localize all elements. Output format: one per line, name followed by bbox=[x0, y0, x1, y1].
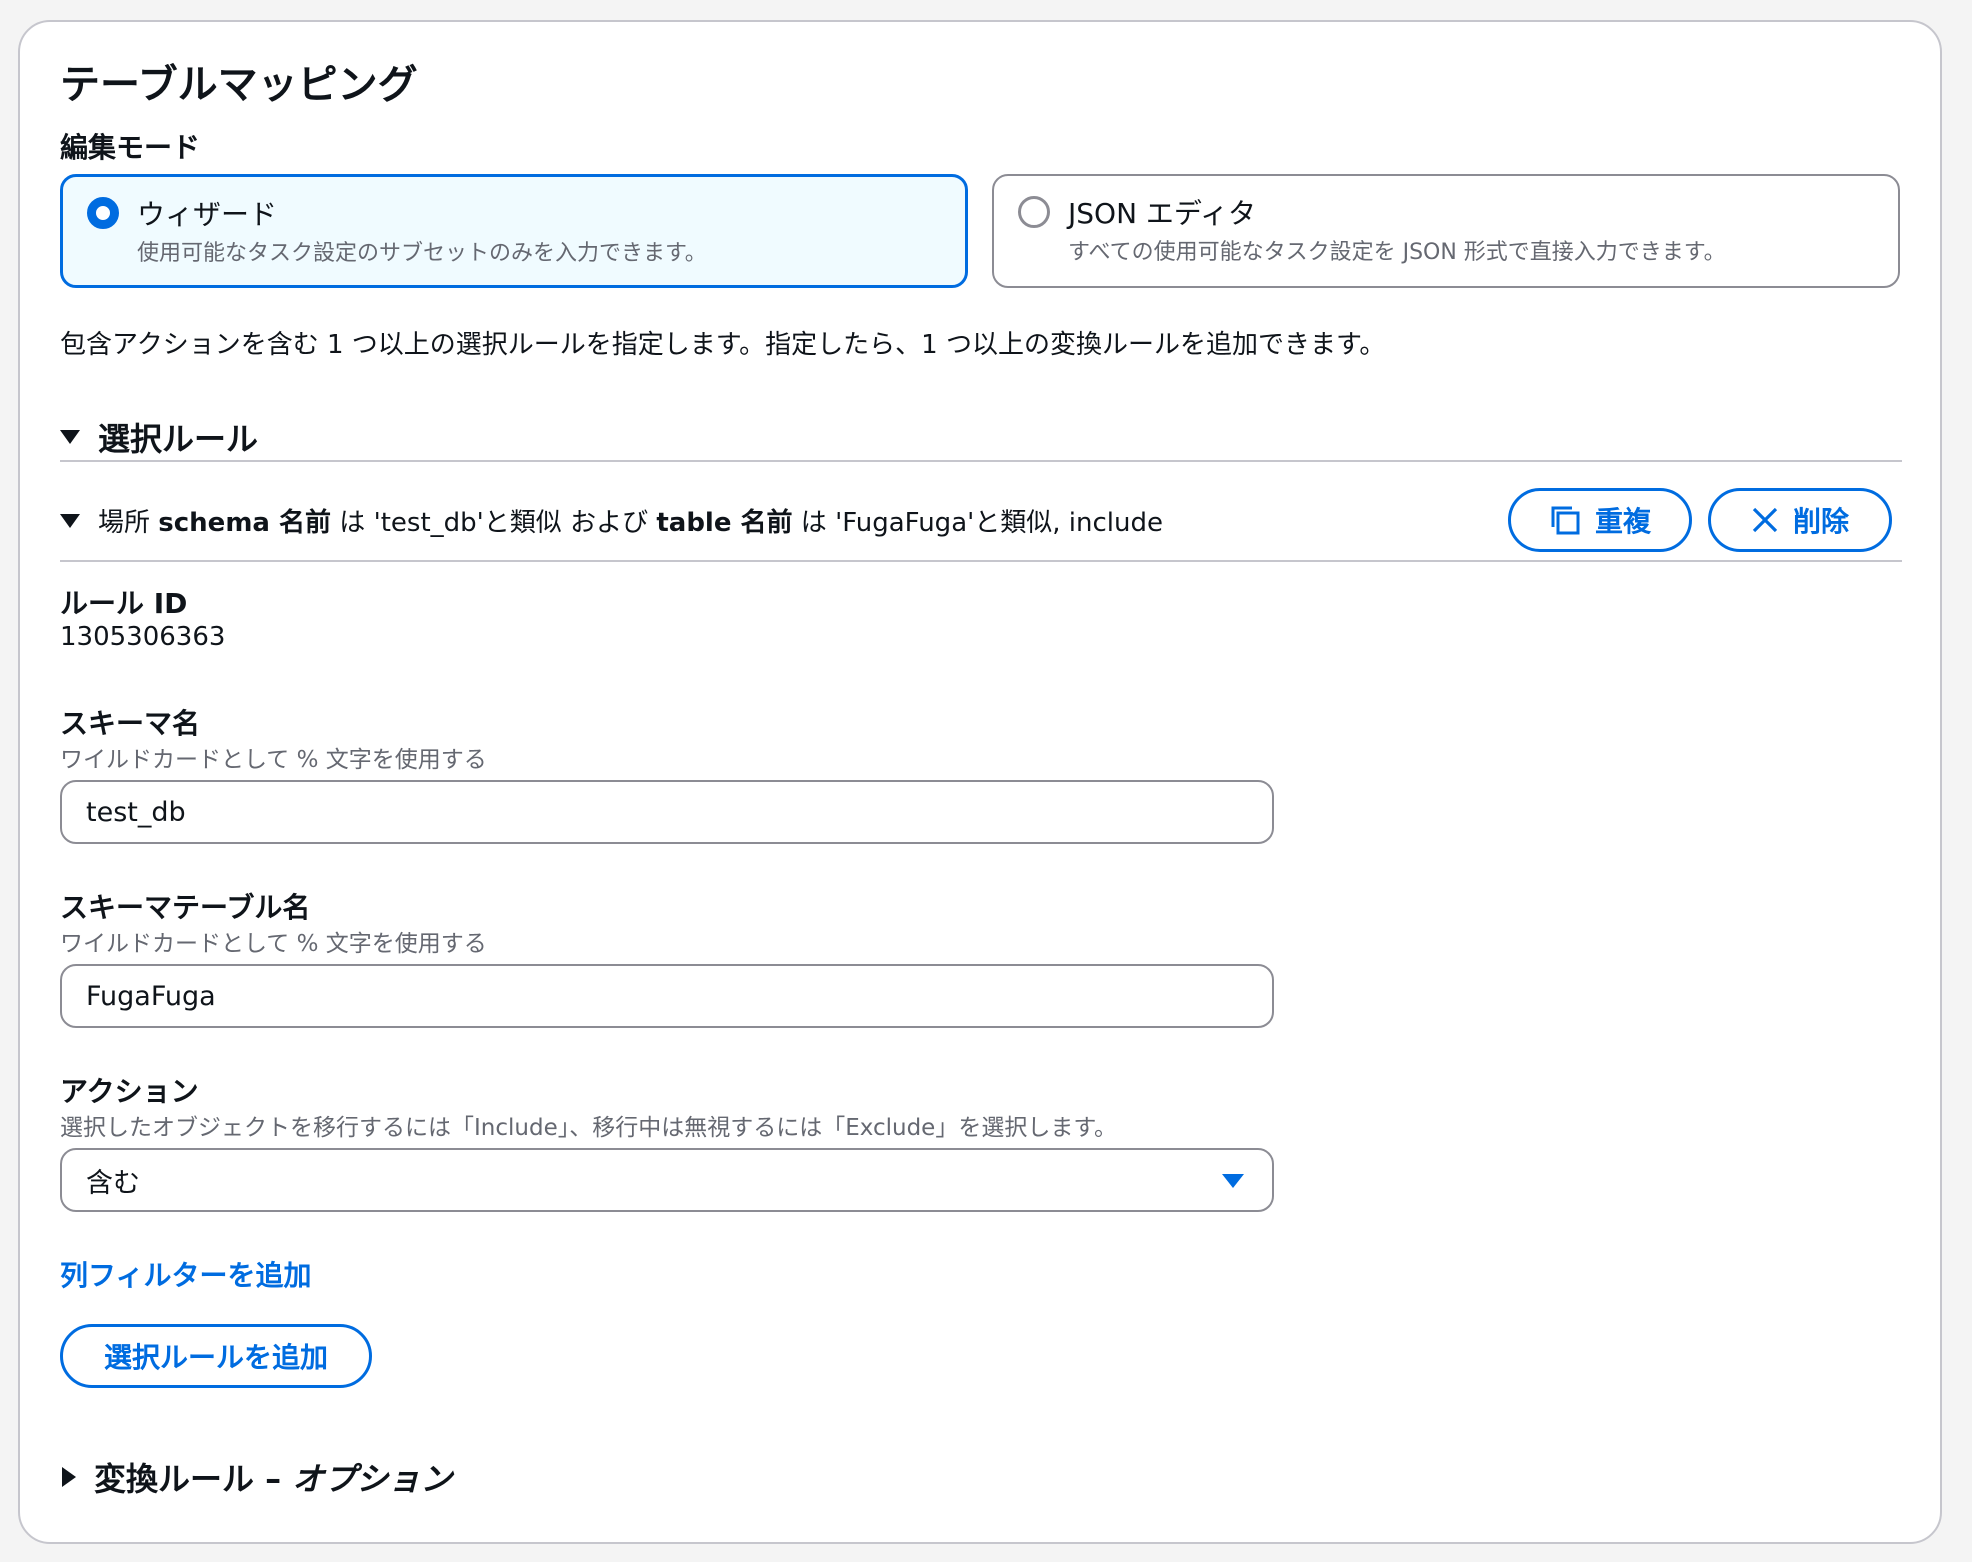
schema-name-label: スキーマ名 bbox=[60, 707, 201, 740]
transform-rules-heading: 変換ルール – オプション bbox=[94, 1460, 453, 1498]
wizard-title: ウィザード bbox=[137, 198, 278, 231]
add-column-filter-link[interactable]: 列フィルターを追加 bbox=[60, 1254, 311, 1294]
transform-rules-header[interactable]: 変換ルール – オプション bbox=[62, 1454, 452, 1500]
divider bbox=[60, 560, 1902, 562]
radio-unselected-icon[interactable] bbox=[1018, 196, 1050, 228]
wizard-description: 使用可能なタスク設定のサブセットのみを入力できます。 bbox=[137, 241, 707, 266]
table-name-input[interactable]: FugaFuga bbox=[60, 964, 1274, 1028]
action-select-value: 含む bbox=[86, 1167, 140, 1199]
rule-summary-text: 場所 schema 名前 は 'test_db'と類似 および table 名前… bbox=[98, 508, 1163, 538]
divider bbox=[60, 460, 1902, 462]
caret-down-icon[interactable] bbox=[60, 513, 80, 528]
delete-button[interactable]: 削除 bbox=[1708, 488, 1892, 552]
caret-down-icon[interactable] bbox=[60, 430, 80, 444]
action-label: アクション bbox=[60, 1075, 199, 1108]
add-selection-rule-button[interactable]: 選択ルールを追加 bbox=[60, 1324, 372, 1388]
caret-right-icon[interactable] bbox=[62, 1467, 76, 1487]
edit-mode-option-json[interactable]: JSON エディタ すべての使用可能なタスク設定を JSON 形式で直接入力でき… bbox=[992, 174, 1900, 288]
intro-text: 包含アクションを含む 1 つ以上の選択ルールを指定します。指定したら、1 つ以上… bbox=[60, 330, 1386, 360]
schema-name-hint: ワイルドカードとして % 文字を使用する bbox=[60, 747, 487, 773]
table-name-label: スキーマテーブル名 bbox=[60, 891, 311, 924]
schema-name-input[interactable]: test_db bbox=[60, 780, 1274, 844]
rule-id-value: 1305306363 bbox=[60, 622, 226, 652]
close-icon bbox=[1752, 507, 1778, 533]
json-editor-description: すべての使用可能なタスク設定を JSON 形式で直接入力できます。 bbox=[1068, 240, 1726, 265]
action-select[interactable]: 含む bbox=[60, 1148, 1274, 1212]
page-title: テーブルマッピング bbox=[60, 62, 418, 108]
selection-rules-header[interactable]: 選択ルール bbox=[60, 414, 258, 460]
edit-mode-option-wizard[interactable]: ウィザード 使用可能なタスク設定のサブセットのみを入力できます。 bbox=[60, 174, 968, 288]
edit-mode-label: 編集モード bbox=[60, 131, 201, 164]
json-editor-title: JSON エディタ bbox=[1068, 197, 1256, 230]
duplicate-button[interactable]: 重複 bbox=[1508, 488, 1692, 552]
table-name-hint: ワイルドカードとして % 文字を使用する bbox=[60, 931, 487, 957]
copy-icon bbox=[1551, 506, 1580, 535]
radio-selected-icon[interactable] bbox=[87, 197, 119, 229]
selection-rules-heading: 選択ルール bbox=[98, 420, 259, 458]
rule-summary[interactable]: 場所 schema 名前 は 'test_db'と類似 および table 名前… bbox=[60, 502, 1163, 539]
chevron-down-icon bbox=[1222, 1174, 1244, 1188]
action-hint: 選択したオブジェクトを移行するには「Include」、移行中は無視するには「Ex… bbox=[60, 1115, 1118, 1141]
rule-id-label: ルール ID bbox=[60, 587, 188, 620]
